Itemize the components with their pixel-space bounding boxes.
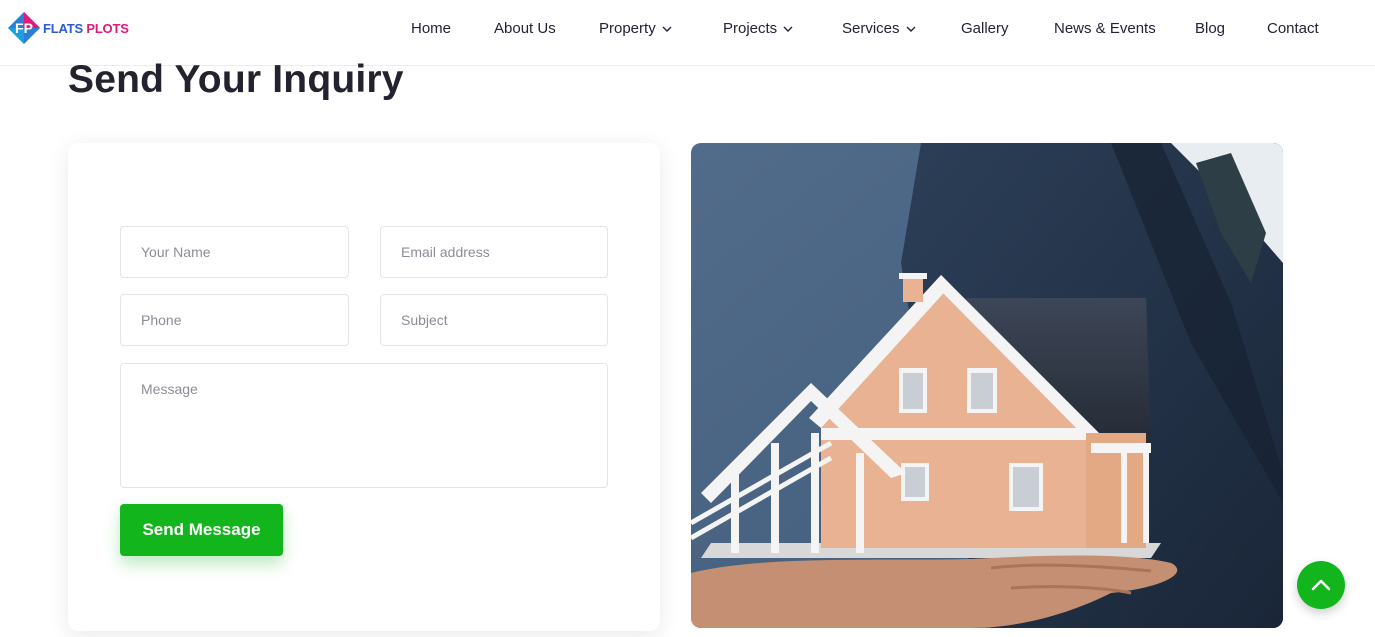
page-title: Send Your Inquiry — [68, 58, 404, 101]
nav-projects[interactable]: Projects — [723, 20, 794, 37]
name-input[interactable] — [120, 226, 349, 278]
logo-word-plots: PLOTS — [86, 20, 129, 36]
subject-input[interactable] — [380, 294, 608, 346]
logo-word-flats: FLATS — [43, 20, 83, 36]
phone-input[interactable] — [120, 294, 349, 346]
svg-text:FP: FP — [15, 20, 33, 36]
nav-services-label: Services — [842, 20, 900, 37]
nav-news-events[interactable]: News & Events — [1054, 20, 1156, 37]
nav-home[interactable]: Home — [411, 20, 451, 37]
send-message-button[interactable]: Send Message — [120, 504, 283, 556]
chevron-down-icon — [783, 26, 793, 32]
site-header: FP FLATS PLOTS Home About Us Property Pr… — [0, 0, 1375, 66]
logo-mark-icon: FP — [8, 12, 40, 44]
message-textarea[interactable] — [120, 363, 608, 488]
hero-image — [691, 143, 1283, 628]
chevron-down-icon — [906, 26, 916, 32]
nav-contact[interactable]: Contact — [1267, 20, 1319, 37]
nav-blog[interactable]: Blog — [1195, 20, 1225, 37]
email-input[interactable] — [380, 226, 608, 278]
house-model-illustration — [691, 143, 1283, 628]
nav-property[interactable]: Property — [599, 20, 673, 37]
inquiry-form-card: Send Message — [68, 143, 660, 631]
scroll-to-top-button[interactable] — [1297, 561, 1345, 609]
nav-gallery[interactable]: Gallery — [961, 20, 1009, 37]
site-logo[interactable]: FP FLATS PLOTS — [7, 11, 129, 45]
nav-property-label: Property — [599, 20, 656, 37]
nav-about-us[interactable]: About Us — [494, 20, 556, 37]
chevron-down-icon — [662, 26, 672, 32]
nav-services[interactable]: Services — [842, 20, 917, 37]
chevron-up-icon — [1311, 579, 1331, 591]
nav-projects-label: Projects — [723, 20, 778, 37]
